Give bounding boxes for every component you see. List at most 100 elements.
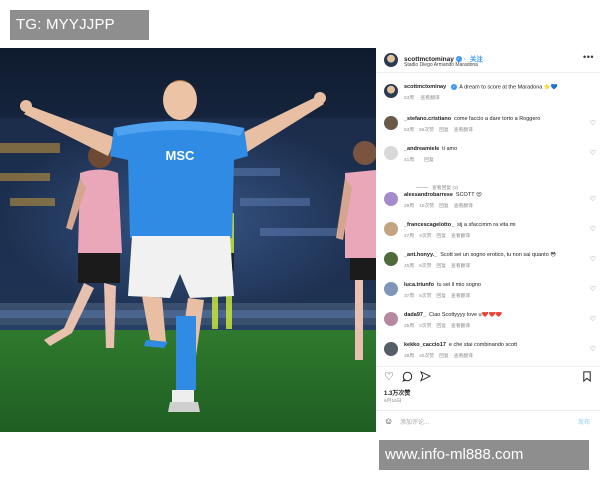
comment-likes: 4次赞 xyxy=(419,234,432,239)
comment-icon[interactable] xyxy=(402,371,413,385)
comment-line: dada97_ Ciao Scottyyyy love u❤️❤️❤️ xyxy=(404,312,584,318)
comment-username[interactable]: dada97_ xyxy=(404,312,426,318)
reply-link[interactable]: 回复 xyxy=(439,354,449,359)
comment-time: 47周 xyxy=(404,234,415,239)
reply-link[interactable]: 回复 xyxy=(439,204,449,209)
caption: scottmctominay ✓ A dream to score at the M… xyxy=(376,82,600,106)
heart-icon[interactable]: ♡ xyxy=(590,285,596,293)
reply-link[interactable]: 回复 xyxy=(439,128,449,133)
comment-item: luca.triunfo tu sei il mio sogno 37周 5次赞 回复… xyxy=(376,280,600,304)
heart-icon[interactable]: ♡ xyxy=(590,195,596,203)
translate-link[interactable]: 查看翻译 xyxy=(451,264,470,269)
reply-link[interactable]: 回复 xyxy=(436,264,446,269)
comment-text: sij a sfaccimm ra vita mi xyxy=(457,222,516,228)
translate-link[interactable]: 查看翻译 xyxy=(454,354,473,359)
commenter-avatar[interactable] xyxy=(384,192,398,206)
comment-time: 38周 xyxy=(404,354,415,359)
heart-icon[interactable]: ♡ xyxy=(590,119,596,127)
caption-avatar[interactable] xyxy=(384,84,398,98)
comment-meta: 38周 40次赞 回复 查看翻译 xyxy=(404,352,478,359)
translate-link[interactable]: 查看翻译 xyxy=(454,204,473,209)
comment-meta: 29周 10次赞 回复 查看翻译 xyxy=(404,202,478,209)
comment-item: dada97_ Ciao Scottyyyy love u❤️❤️❤️ 25周 2次… xyxy=(376,310,600,334)
comment-username[interactable]: _ant.honyy._ xyxy=(404,252,437,258)
post-date: 6月16日 xyxy=(384,399,402,404)
emoji-icon[interactable]: ☺ xyxy=(384,416,393,426)
heart-icon[interactable]: ♡ xyxy=(590,149,596,157)
comment-item: alessandrobarrese SCOTT 😍 29周 10次赞 回复 查看翻译 ♡ xyxy=(376,190,600,214)
author-avatar[interactable] xyxy=(384,53,398,67)
comment-meta: 25周 2次赞 回复 查看翻译 xyxy=(404,322,475,329)
footballer-celebration-image: MSC xyxy=(0,48,376,432)
comment-meta: 47周 4次赞 回复 查看翻译 xyxy=(404,232,475,239)
comment-username[interactable]: _andreamiele xyxy=(404,146,439,152)
heart-icon[interactable]: ♡ xyxy=(590,345,596,353)
add-comment-input[interactable]: 添加评论... xyxy=(400,417,429,426)
post-photo[interactable]: MSC xyxy=(0,48,376,432)
comment-likes: 6次赞 xyxy=(419,264,432,269)
caption-username[interactable]: scottmctominay xyxy=(404,84,446,90)
comment-line: _ant.honyy._ Scott sei un sogno erotico, … xyxy=(404,252,584,258)
comment-text: Ciao Scottyyyy love u❤️❤️❤️ xyxy=(429,312,503,318)
comment-likes: 40次赞 xyxy=(419,354,435,359)
translate-link[interactable]: 查看翻译 xyxy=(451,294,470,299)
commenter-avatar[interactable] xyxy=(384,282,398,296)
comment-username[interactable]: luca.triunfo xyxy=(404,282,434,288)
comment-line: _andreamiele ti amo xyxy=(404,146,584,152)
watermark-bottom: www.info-ml888.com xyxy=(379,440,589,470)
heart-icon[interactable]: ♡ xyxy=(590,255,596,263)
commenter-avatar[interactable] xyxy=(384,252,398,266)
commenter-avatar[interactable] xyxy=(384,116,398,130)
comment-time: 29周 xyxy=(404,204,415,209)
post-header: scottmctominay ✓ · 关注 Stadio Diego Armando… xyxy=(376,48,600,73)
reply-link[interactable]: 回复 xyxy=(436,324,446,329)
likes-count[interactable]: 1.3万次赞 xyxy=(384,388,410,397)
comment-likes: 56次赞 xyxy=(419,128,435,133)
caption-translate-link[interactable]: 查看翻译 xyxy=(420,96,439,101)
post-comment-button[interactable]: 发布 xyxy=(578,417,590,426)
comment-meta: 45周 6次赞 回复 查看翻译 xyxy=(404,262,475,269)
commenter-avatar[interactable] xyxy=(384,312,398,326)
comment-time: 53周 xyxy=(404,128,415,133)
comment-text: tu sei il mio sogno xyxy=(436,282,481,288)
comment-item: kekko_caccio17 e che stai combinando scot… xyxy=(376,340,600,364)
comment-time: 41周 xyxy=(404,158,415,163)
comment-username[interactable]: _francescagelotto_ xyxy=(404,222,454,228)
reply-link[interactable]: 回复 xyxy=(424,158,434,163)
heart-icon[interactable]: ♡ xyxy=(384,371,394,383)
translate-link[interactable]: 查看翻译 xyxy=(451,324,470,329)
translate-link[interactable]: 查看翻译 xyxy=(451,234,470,239)
reply-link[interactable]: 回复 xyxy=(436,294,446,299)
add-comment-bar: ☺ 添加评论... 发布 xyxy=(376,410,600,432)
caption-line: scottmctominay ✓ A dream to score at the M… xyxy=(404,84,584,90)
post-location[interactable]: Stadio Diego Armando Maradona xyxy=(404,62,478,68)
heart-icon[interactable]: ♡ xyxy=(590,225,596,233)
comment-likes: 2次赞 xyxy=(419,324,432,329)
comment-time: 45周 xyxy=(404,264,415,269)
comment-item: _francescagelotto_ sij a sfaccimm ra vita… xyxy=(376,220,600,244)
comment-line: _francescagelotto_ sij a sfaccimm ra vita… xyxy=(404,222,584,228)
post-detail-panel: scottmctominay ✓ · 关注 Stadio Diego Armando… xyxy=(376,48,600,432)
comment-meta: 41周 回复 xyxy=(404,156,444,163)
more-horizontal-icon[interactable]: ••• xyxy=(583,52,594,62)
comment-username[interactable]: kekko_caccio17 xyxy=(404,342,446,348)
comment-username[interactable]: _stefano.cristiano xyxy=(404,116,451,122)
commenter-avatar[interactable] xyxy=(384,342,398,356)
share-icon[interactable] xyxy=(420,371,432,385)
jersey-sponsor-text: MSC xyxy=(166,148,196,163)
comment-time: 25周 xyxy=(404,324,415,329)
caption-meta: 63周 查看翻译 xyxy=(404,94,445,101)
comment-username[interactable]: alessandrobarrese xyxy=(404,192,453,198)
caption-text: A dream to score at the Maradona ⭐️💙 xyxy=(459,84,558,91)
bookmark-icon[interactable] xyxy=(582,371,592,385)
heart-icon[interactable]: ♡ xyxy=(590,315,596,323)
translate-link[interactable]: 查看翻译 xyxy=(454,128,473,133)
commenter-avatar[interactable] xyxy=(384,222,398,236)
caption-time: 63周 xyxy=(404,96,415,101)
comment-item: _ant.honyy._ Scott sei un sogno erotico, … xyxy=(376,250,600,274)
comment-meta: 53周 56次赞 回复 查看翻译 xyxy=(404,126,478,133)
commenter-avatar[interactable] xyxy=(384,146,398,160)
comment-likes: 10次赞 xyxy=(419,204,435,209)
comment-item: _andreamiele ti amo 41周 回复 ♡ xyxy=(376,144,600,168)
reply-link[interactable]: 回复 xyxy=(436,234,446,239)
